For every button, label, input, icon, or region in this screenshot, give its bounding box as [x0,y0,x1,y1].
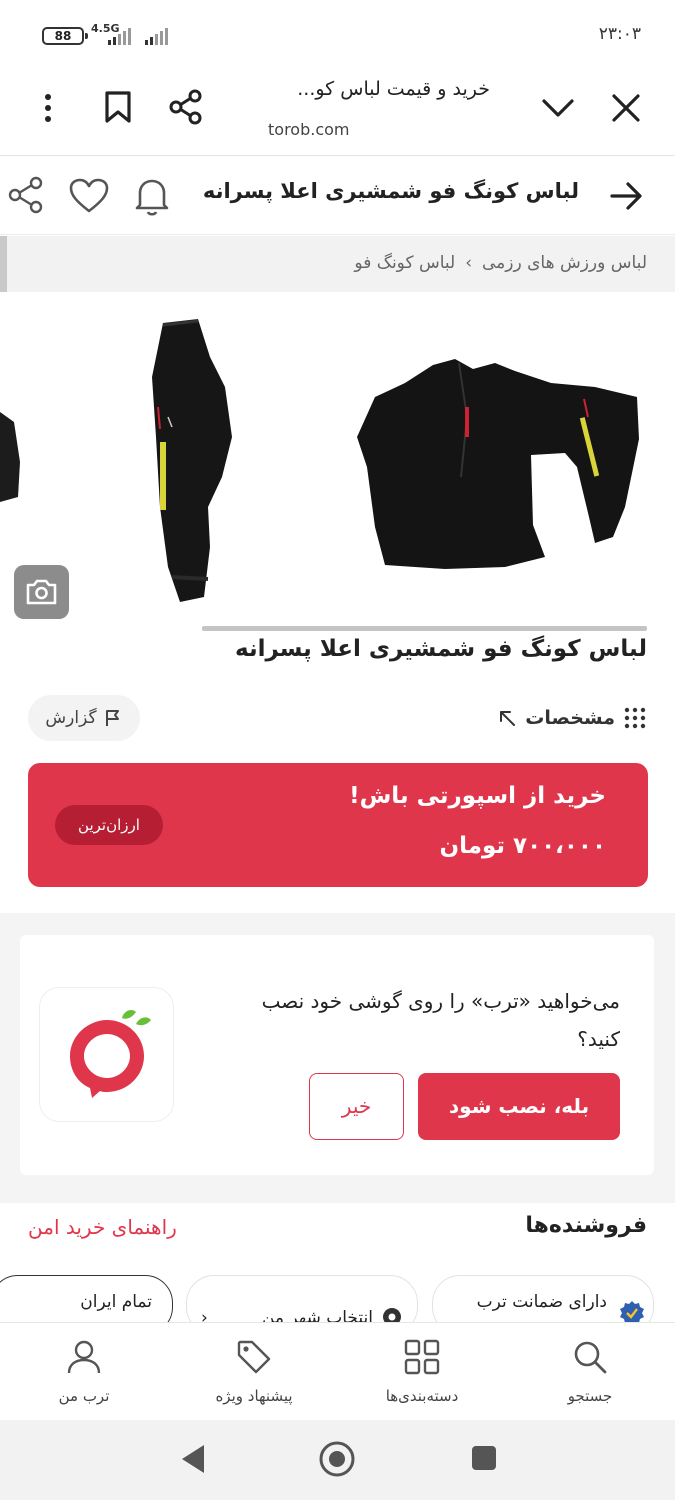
offer-headline: خرید از اسپورتی باش! [349,783,606,809]
nav-search[interactable]: جستجو [530,1323,650,1421]
report-button[interactable]: گزارش [28,695,140,741]
camera-search-icon [26,579,57,605]
chevron-down-icon[interactable] [540,94,576,122]
nav-categories[interactable]: دسته‌بندی‌ها [362,1323,482,1421]
install-no-button[interactable]: خیر [309,1073,404,1140]
install-question: می‌خواهید «ترب» را روی گوشی خود نصب کنید… [261,989,620,1051]
more-vert-icon[interactable] [30,90,66,126]
gallery-progress [202,626,647,631]
breadcrumb: لباس ورزش های رزمی › لباس کونگ فو [0,236,675,292]
nav-my-torob-label: ترب من [58,1387,110,1405]
app-logo [39,987,174,1122]
home-circle-icon[interactable] [318,1440,356,1478]
recents-square-icon[interactable] [470,1444,498,1472]
back-triangle-icon[interactable] [178,1442,208,1476]
bookmark-icon[interactable] [102,90,134,124]
breadcrumb-item-martial-arts[interactable]: لباس ورزش های رزمی [482,253,647,273]
product-image-pants[interactable] [130,317,240,607]
specs-link[interactable]: مشخصات [497,700,647,736]
chevron-left-icon: › [465,253,473,273]
battery-icon: 88 [42,27,88,45]
heart-icon[interactable] [68,177,110,215]
sellers-title: فروشنده‌ها [525,1213,647,1238]
user-icon [67,1340,101,1374]
product-image-partial [0,412,20,502]
torob-logo-icon [70,1010,151,1098]
categories-grid-icon [404,1339,440,1375]
share-icon[interactable] [167,88,205,126]
arrow-right-icon[interactable] [608,179,644,213]
bell-icon[interactable] [132,175,172,217]
cheapest-badge: ارزان‌ترین [55,805,163,845]
nav-categories-label: دسته‌بندی‌ها [385,1387,459,1405]
nav-search-label: جستجو [567,1387,613,1405]
best-offer-card[interactable]: خرید از اسپورتی باش! ۷۰۰،۰۰۰ تومان ارزان… [28,763,648,887]
nav-special-offers-label: پیشنهاد ویژه [215,1387,293,1405]
clock: ۲۳:۰۳ [598,24,641,44]
status-bar: 88 4.5G ۲۳:۰۳ [0,0,675,70]
product-image-jacket[interactable] [355,357,645,572]
breadcrumb-item-kungfu[interactable]: لباس کونگ فو [354,253,455,273]
page-url[interactable]: torob.com [268,120,350,139]
flag-icon [105,710,119,726]
arrow-up-left-icon [500,711,516,726]
grid-dots-icon [624,707,646,729]
app-header: لباس کونگ فو شمشیری اعلا پسرانه [0,157,675,235]
nav-special-offers[interactable]: پیشنهاد ویژه [194,1323,314,1421]
image-search-button[interactable] [14,565,69,619]
safe-purchase-guide-link[interactable]: راهنمای خرید امن [28,1215,177,1239]
browser-bar: خرید و قیمت لباس کو... torob.com [0,70,675,156]
tag-icon [237,1340,271,1374]
offer-price: ۷۰۰،۰۰۰ تومان [439,833,606,859]
bottom-nav: جستجو دسته‌بندی‌ها پیشنهاد ویژه ترب من [0,1322,675,1420]
chip-all-iran-label: تمام ایران [80,1292,152,1312]
product-gallery[interactable] [0,292,675,632]
system-nav-bar [0,1420,675,1500]
install-yes-button[interactable]: بله، نصب شود [418,1073,620,1140]
header-title: لباس کونگ فو شمشیری اعلا پسرانه [202,179,579,203]
close-icon[interactable] [610,92,642,124]
specs-label: مشخصات [525,707,615,729]
share-icon[interactable] [6,175,46,215]
chip-guarantee-label: دارای ضمانت ترب [476,1292,607,1312]
nav-my-torob[interactable]: ترب من [24,1323,144,1421]
signal-icon [108,28,168,45]
page-title[interactable]: خرید و قیمت لباس کو... [250,78,490,100]
search-icon [574,1341,607,1374]
report-label: گزارش [45,708,97,728]
product-title: لباس کونگ فو شمشیری اعلا پسرانه [235,636,647,662]
